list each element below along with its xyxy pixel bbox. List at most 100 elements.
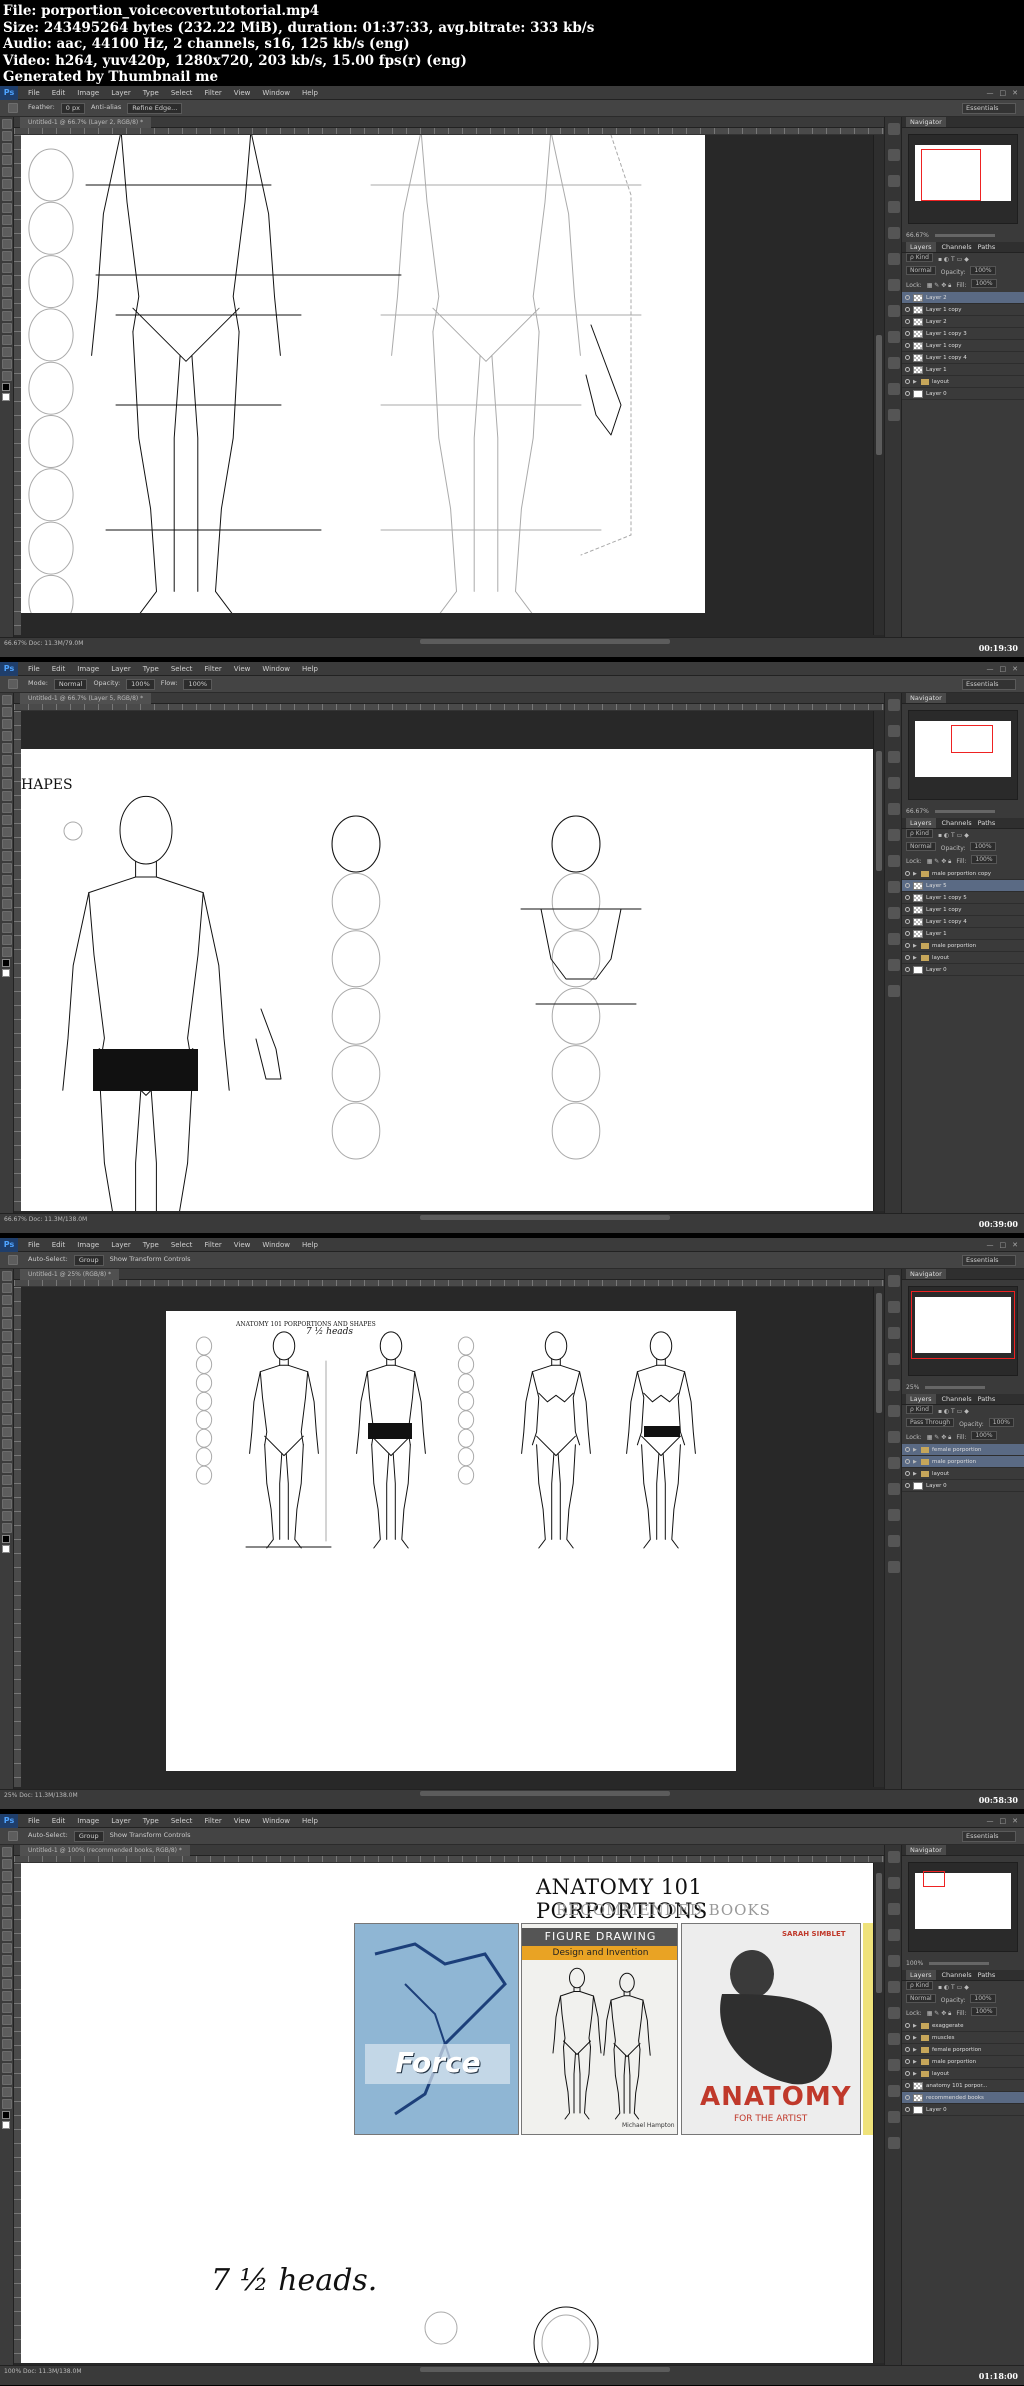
expand-arrow-icon[interactable]: ▶ bbox=[913, 1471, 918, 1477]
visibility-eye-icon[interactable] bbox=[905, 343, 910, 348]
tab-paths[interactable]: Paths bbox=[978, 1394, 996, 1404]
tool-button-icon[interactable] bbox=[2, 311, 12, 321]
layer-row[interactable]: Layer 1 copy bbox=[902, 340, 1024, 352]
filter-icons[interactable]: ▪ ◐ T ▭ ◆ bbox=[938, 829, 969, 842]
tool-button-icon[interactable] bbox=[2, 371, 12, 381]
panel-shortcut-icon[interactable] bbox=[888, 409, 900, 421]
menu-edit[interactable]: Edit bbox=[46, 1241, 72, 1249]
layer-row[interactable]: Layer 1 copy 3 bbox=[902, 328, 1024, 340]
tool-button-icon[interactable] bbox=[2, 827, 12, 837]
tool-button-icon[interactable] bbox=[2, 1439, 12, 1449]
panel-shortcut-icon[interactable] bbox=[888, 1929, 900, 1941]
tool-button-icon[interactable] bbox=[2, 791, 12, 801]
menu-help[interactable]: Help bbox=[296, 665, 324, 673]
tool-button-icon[interactable] bbox=[2, 1355, 12, 1365]
navigator-preview[interactable] bbox=[908, 710, 1018, 800]
tool-button-icon[interactable] bbox=[2, 1427, 12, 1437]
panel-shortcut-icon[interactable] bbox=[888, 803, 900, 815]
menu-help[interactable]: Help bbox=[296, 1241, 324, 1249]
tool-button-icon[interactable] bbox=[2, 299, 12, 309]
visibility-eye-icon[interactable] bbox=[905, 367, 910, 372]
expand-arrow-icon[interactable]: ▶ bbox=[913, 379, 918, 385]
workspace-switcher[interactable]: Essentials bbox=[962, 678, 1016, 690]
tool-button-icon[interactable] bbox=[2, 2027, 12, 2037]
tool-button-icon[interactable] bbox=[2, 911, 12, 921]
tool-button-icon[interactable] bbox=[2, 2075, 12, 2085]
tool-button-icon[interactable] bbox=[2, 1499, 12, 1509]
visibility-eye-icon[interactable] bbox=[905, 319, 910, 324]
visibility-eye-icon[interactable] bbox=[905, 355, 910, 360]
panel-shortcut-icon[interactable] bbox=[888, 1327, 900, 1339]
tab-layers[interactable]: Layers bbox=[906, 242, 936, 252]
panel-shortcut-icon[interactable] bbox=[888, 1431, 900, 1443]
menu-help[interactable]: Help bbox=[296, 1817, 324, 1825]
layer-row[interactable]: Layer 0 bbox=[902, 388, 1024, 400]
layer-row[interactable]: ▶ muscles bbox=[902, 2032, 1024, 2044]
visibility-eye-icon[interactable] bbox=[905, 2095, 910, 2100]
navigator-view-rect[interactable] bbox=[921, 149, 981, 201]
visibility-eye-icon[interactable] bbox=[905, 943, 910, 948]
workspace-switcher[interactable]: Essentials bbox=[962, 1254, 1016, 1266]
menu-image[interactable]: Image bbox=[71, 89, 105, 97]
layer-row[interactable]: Layer 1 copy 4 bbox=[902, 352, 1024, 364]
menu-view[interactable]: View bbox=[228, 89, 257, 97]
tool-button-icon[interactable] bbox=[2, 119, 12, 129]
opacity-field[interactable]: 100% bbox=[970, 1994, 996, 2003]
visibility-eye-icon[interactable] bbox=[905, 919, 910, 924]
tool-button-icon[interactable] bbox=[2, 323, 12, 333]
navigator-tab[interactable]: Navigator bbox=[902, 693, 1024, 704]
layer-row[interactable]: Layer 1 copy bbox=[902, 304, 1024, 316]
tool-button-icon[interactable] bbox=[2, 1379, 12, 1389]
layer-row[interactable]: Layer 1 copy 4 bbox=[902, 916, 1024, 928]
close-icon[interactable]: ✕ bbox=[1012, 1241, 1018, 1249]
tool-button-icon[interactable] bbox=[2, 1967, 12, 1977]
tool-button-icon[interactable] bbox=[2, 1463, 12, 1473]
tool-button-icon[interactable] bbox=[2, 251, 12, 261]
option-item[interactable]: Normal bbox=[53, 678, 88, 690]
panel-shortcut-icon[interactable] bbox=[888, 383, 900, 395]
menu-file[interactable]: File bbox=[22, 89, 46, 97]
blend-mode-select[interactable]: Normal bbox=[906, 1994, 936, 2003]
navigator-zoom[interactable]: 100% bbox=[902, 1958, 1024, 1970]
panel-shortcut-icon[interactable] bbox=[888, 357, 900, 369]
panel-shortcut-icon[interactable] bbox=[888, 2059, 900, 2071]
visibility-eye-icon[interactable] bbox=[905, 967, 910, 972]
option-item[interactable]: 100% bbox=[126, 678, 155, 690]
filter-icons[interactable]: ▪ ◐ T ▭ ◆ bbox=[938, 253, 969, 266]
tool-button-icon[interactable] bbox=[2, 1907, 12, 1917]
tool-button-icon[interactable] bbox=[2, 239, 12, 249]
tool-button-icon[interactable] bbox=[2, 275, 12, 285]
menu-image[interactable]: Image bbox=[71, 1241, 105, 1249]
visibility-eye-icon[interactable] bbox=[905, 2023, 910, 2028]
fill-field[interactable]: 100% bbox=[971, 279, 997, 288]
layer-row[interactable]: Layer 0 bbox=[902, 1480, 1024, 1492]
tool-preset-icon[interactable] bbox=[8, 1255, 18, 1265]
menu-view[interactable]: View bbox=[228, 1817, 257, 1825]
close-icon[interactable]: ✕ bbox=[1012, 1817, 1018, 1825]
tool-button-icon[interactable] bbox=[2, 1271, 12, 1281]
foreground-color-swatch[interactable] bbox=[2, 2111, 10, 2119]
panel-shortcut-icon[interactable] bbox=[888, 1483, 900, 1495]
minimize-icon[interactable]: — bbox=[987, 1241, 994, 1249]
tool-button-icon[interactable] bbox=[2, 2051, 12, 2061]
panel-shortcut-icon[interactable] bbox=[888, 1877, 900, 1889]
visibility-eye-icon[interactable] bbox=[905, 2107, 910, 2112]
tab-channels[interactable]: Channels bbox=[942, 242, 972, 252]
menu-window[interactable]: Window bbox=[256, 665, 296, 673]
tool-button-icon[interactable] bbox=[2, 1475, 12, 1485]
navigator-zoom[interactable]: 66.67% bbox=[902, 230, 1024, 242]
blend-mode-select[interactable]: Normal bbox=[906, 842, 936, 851]
tool-button-icon[interactable] bbox=[2, 1403, 12, 1413]
expand-arrow-icon[interactable]: ▶ bbox=[913, 2071, 918, 2077]
tab-paths[interactable]: Paths bbox=[978, 1970, 996, 1980]
tool-button-icon[interactable] bbox=[2, 2087, 12, 2097]
visibility-eye-icon[interactable] bbox=[905, 2047, 910, 2052]
vertical-ruler[interactable] bbox=[14, 1863, 21, 2363]
tool-button-icon[interactable] bbox=[2, 947, 12, 957]
option-item[interactable]: Group bbox=[73, 1254, 104, 1266]
layer-row[interactable]: ▶ male porportion bbox=[902, 2056, 1024, 2068]
panel-shortcut-icon[interactable] bbox=[888, 1955, 900, 1967]
document-tab[interactable]: Untitled-1 @ 25% (RGB/8) * bbox=[14, 1269, 884, 1280]
layer-row[interactable]: Layer 2 bbox=[902, 292, 1024, 304]
panel-shortcut-icon[interactable] bbox=[888, 1509, 900, 1521]
